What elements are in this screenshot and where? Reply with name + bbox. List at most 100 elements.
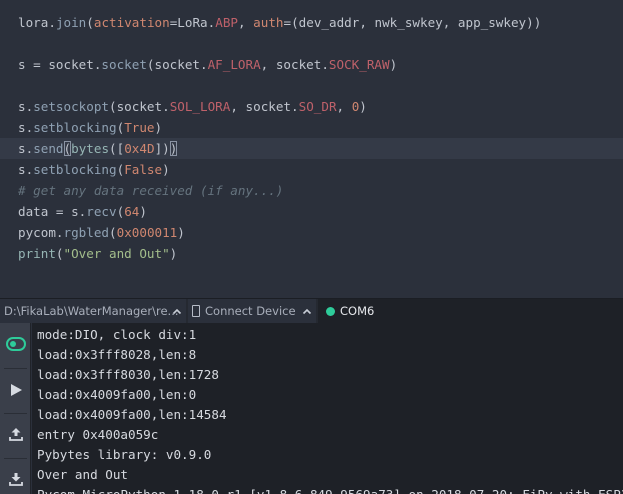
code-token: setblocking [33, 162, 117, 177]
code-token: bytes [71, 141, 110, 156]
code-token: activation [93, 15, 170, 30]
code-line[interactable]: pycom.rgbled(0x000011) [0, 222, 623, 243]
connection-toggle-icon [5, 336, 26, 355]
terminal-line: load:0x4009fa00,len:14584 [37, 407, 227, 422]
terminal-line: load:0x4009fa00,len:0 [37, 387, 197, 402]
code-token: ABP [215, 15, 238, 30]
code-token: , socket. [230, 99, 299, 114]
tab-project-path[interactable]: D:\FikaLab\WaterManager\re... [0, 299, 186, 324]
code-token: ) [177, 225, 185, 240]
code-token: # get any data received (if any...) [18, 183, 284, 198]
download-button[interactable] [0, 461, 31, 494]
upload-icon [8, 426, 24, 446]
code-token: AF_LORA [207, 57, 261, 72]
connection-toggle-button[interactable] [0, 325, 31, 365]
connected-status-icon [326, 307, 335, 316]
download-icon [8, 471, 24, 491]
terminal-output[interactable]: mode:DIO, clock div:1 load:0x3fff8028,len… [32, 323, 623, 494]
code-line[interactable]: print("Over and Out") [0, 243, 623, 264]
code-token: False [124, 162, 163, 177]
code-token: s = socket [18, 57, 94, 72]
code-token: ( [55, 246, 64, 261]
code-token: = [283, 15, 292, 30]
chevron-up-icon[interactable] [172, 299, 182, 324]
code-token: ( [86, 15, 94, 30]
code-token: pycom [18, 225, 56, 240]
code-line[interactable]: # get any data received (if any...) [0, 180, 623, 201]
code-line[interactable]: s.setblocking(True) [0, 117, 623, 138]
code-token: True [124, 120, 155, 135]
code-token: join [55, 15, 87, 30]
code-token: SOCK_RAW [328, 57, 390, 72]
terminal-toolbar [0, 323, 31, 494]
code-token: (socket. [109, 99, 170, 114]
upload-button[interactable] [0, 416, 31, 456]
code-token: ]) [154, 141, 170, 156]
tab-com6[interactable]: COM6 [318, 299, 623, 324]
code-line[interactable]: data = s.recv(64) [0, 201, 623, 222]
code-token: . [55, 225, 64, 240]
code-token: s [18, 99, 26, 114]
device-icon [192, 305, 200, 317]
code-token: send [33, 141, 64, 156]
code-token: ([ [109, 141, 125, 156]
tab-connect-device[interactable]: Connect Device [188, 299, 316, 324]
terminal-line: mode:DIO, clock div:1 [37, 327, 197, 342]
pymakr-window: lora.join(activation=LoRa.ABP, auth=(dev… [0, 0, 623, 494]
code-token: ) [389, 57, 398, 72]
code-token: s [18, 162, 26, 177]
code-token: . [48, 15, 56, 30]
terminal-line: entry 0x400a059c [37, 427, 159, 442]
terminal-line: Over and Out [37, 467, 128, 482]
code-token: ) [154, 120, 163, 135]
code-line[interactable]: s.send(bytes([0x4D])) [0, 138, 623, 159]
code-token: s [18, 141, 26, 156]
code-line[interactable]: s.setblocking(False) [0, 159, 623, 180]
code-token: ) [139, 204, 147, 219]
toolbar-divider [4, 458, 27, 459]
toolbar-divider [4, 368, 27, 369]
code-token: ) [169, 246, 178, 261]
code-token: ) [162, 162, 170, 177]
terminal-line: load:0x3fff8030,len:1728 [37, 367, 219, 382]
code-token: rgbled [63, 225, 110, 240]
code-editor[interactable]: lora.join(activation=LoRa.ABP, auth=(dev… [0, 0, 623, 298]
code-token: , [237, 15, 254, 30]
code-line[interactable] [0, 75, 623, 96]
code-token: ) [359, 99, 367, 114]
code-token: 64 [124, 204, 140, 219]
code-token: ) [169, 141, 178, 156]
run-button[interactable] [0, 371, 31, 411]
code-token: (socket. [146, 57, 208, 72]
code-token: ( [109, 225, 117, 240]
code-token: socket [101, 57, 147, 72]
tab-project-path-label: D:\FikaLab\WaterManager\re... [4, 304, 179, 318]
code-token: 0x000011 [116, 225, 178, 240]
chevron-up-icon[interactable] [302, 299, 312, 324]
code-token: , [336, 99, 352, 114]
terminal-line: load:0x3fff8028,len:8 [37, 347, 197, 362]
code-token: LoRa [177, 15, 208, 30]
code-line[interactable]: lora.join(activation=LoRa.ABP, auth=(dev… [0, 12, 623, 33]
code-token: print [18, 246, 56, 261]
code-token: lora [18, 15, 49, 30]
code-line[interactable]: s.setsockopt(socket.SOL_LORA, socket.SO_… [0, 96, 623, 117]
toolbar-divider [4, 413, 27, 414]
code-line[interactable] [0, 33, 623, 54]
run-icon [9, 382, 23, 401]
code-token: auth [253, 15, 284, 30]
terminal-line: Pybytes library: v0.9.0 [37, 447, 212, 462]
terminal-tab-bar: D:\FikaLab\WaterManager\re... Connect De… [0, 298, 623, 324]
code-token: s [18, 120, 26, 135]
code-token: recv [86, 204, 117, 219]
tab-com6-label: COM6 [340, 304, 375, 318]
code-token: "Over and Out" [63, 246, 170, 261]
code-token: setsockopt [33, 99, 110, 114]
code-token: data = s [18, 204, 79, 219]
code-token: setblocking [33, 120, 117, 135]
code-token: SOL_LORA [169, 99, 231, 114]
code-token: (dev_addr, nwk_swkey, app_swkey)) [291, 15, 542, 30]
code-token: 0x4D [124, 141, 155, 156]
code-line[interactable]: s = socket.socket(socket.AF_LORA, socket… [0, 54, 623, 75]
code-token: SO_DR [298, 99, 337, 114]
